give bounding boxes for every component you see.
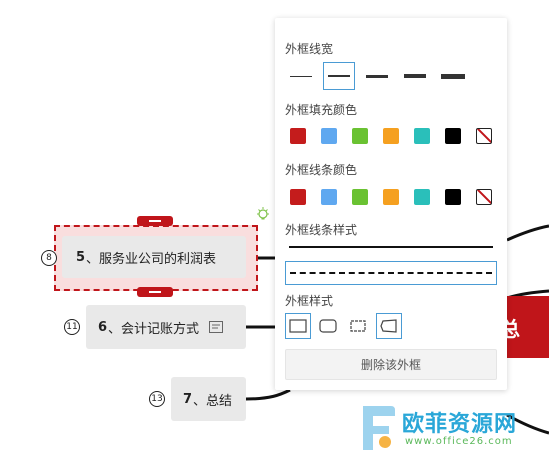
- node-badge: 13: [149, 391, 165, 407]
- stroke-color-orange[interactable]: [383, 189, 399, 205]
- line-width-option-4[interactable]: [399, 62, 431, 90]
- rectangle-shape-icon: [289, 319, 307, 333]
- watermark-url: www.office26.com: [405, 436, 513, 447]
- line-width-option-2[interactable]: [323, 62, 355, 90]
- topic-node[interactable]: 7 、总结: [171, 377, 246, 421]
- watermark-text: 欧菲资源网: [402, 412, 518, 437]
- frame-style-panel: 外框线宽 外框填充颜色 外框线条颜色 外框线条样式 外框样式 删除该外框: [275, 18, 507, 390]
- node-number: 5: [76, 249, 86, 265]
- fill-color-blue[interactable]: [321, 128, 337, 144]
- scalloped-rect-shape-icon: [350, 320, 366, 332]
- node-number: 7: [183, 391, 193, 407]
- frame-shape-irregular[interactable]: [376, 313, 402, 339]
- stroke-color-red[interactable]: [290, 189, 306, 205]
- frame-style-title: 外框样式: [285, 294, 334, 308]
- stroke-color-blue[interactable]: [321, 189, 337, 205]
- fill-color-black[interactable]: [445, 128, 461, 144]
- frame-shape-rounded[interactable]: [315, 313, 341, 339]
- stroke-color-black[interactable]: [445, 189, 461, 205]
- line-style-solid[interactable]: [285, 235, 497, 259]
- rounded-rect-shape-icon: [319, 319, 337, 333]
- topic-node[interactable]: 6 、会计记账方式: [86, 305, 246, 349]
- frame-shape-scalloped[interactable]: [345, 313, 371, 339]
- line-width-option-5[interactable]: [437, 62, 469, 90]
- fill-color-none-icon[interactable]: [476, 128, 492, 144]
- frame-bottom-handle[interactable]: [137, 287, 173, 297]
- lightbulb-icon[interactable]: [255, 206, 271, 222]
- fill-color-green[interactable]: [352, 128, 368, 144]
- site-watermark: 欧菲资源网 www.office26.com: [350, 398, 549, 459]
- irregular-shape-icon: [380, 319, 397, 333]
- line-width-option-1[interactable]: [285, 62, 317, 90]
- stroke-color-green[interactable]: [352, 189, 368, 205]
- node-text: 、总结: [193, 393, 233, 409]
- node-badge: 8: [41, 250, 57, 266]
- stroke-color-title: 外框线条颜色: [285, 163, 358, 177]
- topic-node[interactable]: 5 、服务业公司的利润表: [62, 236, 246, 278]
- office26-logo-icon: [363, 406, 395, 450]
- line-width-title: 外框线宽: [285, 42, 334, 56]
- delete-frame-button[interactable]: 删除该外框: [285, 349, 497, 380]
- line-style-dashed[interactable]: [285, 261, 497, 285]
- note-icon[interactable]: [209, 321, 224, 333]
- stroke-color-none-icon[interactable]: [476, 189, 492, 205]
- frame-top-handle[interactable]: [137, 216, 173, 226]
- node-number: 6: [98, 319, 108, 335]
- fill-color-title: 外框填充颜色: [285, 103, 358, 117]
- frame-shape-rectangle[interactable]: [285, 313, 311, 339]
- fill-color-orange[interactable]: [383, 128, 399, 144]
- node-text: 、会计记账方式: [108, 321, 200, 337]
- line-width-option-3[interactable]: [361, 62, 393, 90]
- stroke-color-teal[interactable]: [414, 189, 430, 205]
- fill-color-red[interactable]: [290, 128, 306, 144]
- node-text: 、服务业公司的利润表: [86, 251, 217, 267]
- fill-color-teal[interactable]: [414, 128, 430, 144]
- node-badge: 11: [64, 319, 80, 335]
